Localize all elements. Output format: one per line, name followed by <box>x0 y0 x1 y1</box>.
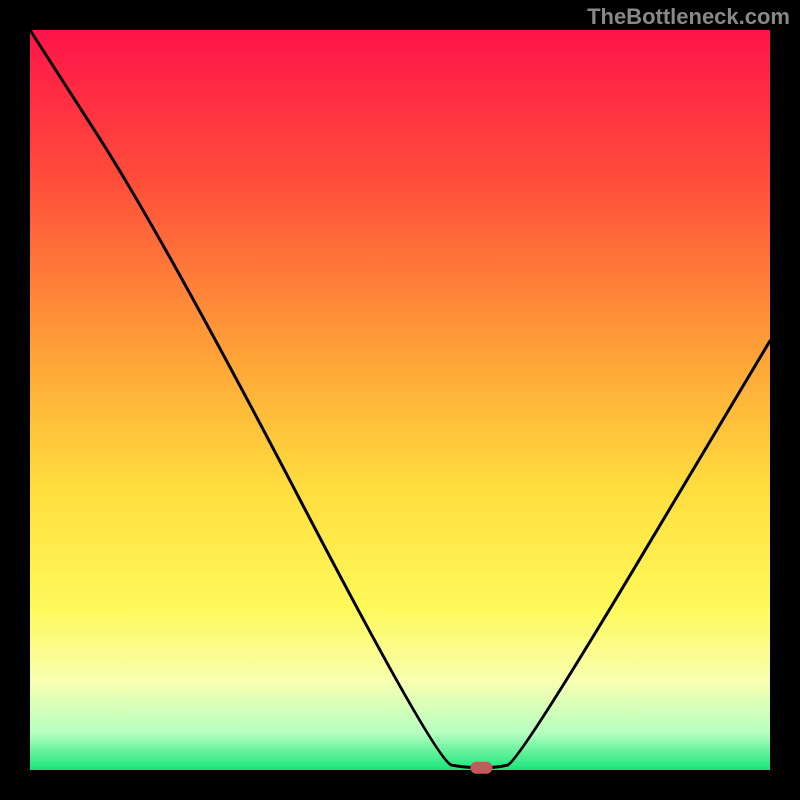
bottleneck-chart <box>0 0 800 800</box>
chart-background <box>30 30 770 770</box>
optimum-marker <box>470 762 492 774</box>
watermark-text: TheBottleneck.com <box>587 4 790 30</box>
